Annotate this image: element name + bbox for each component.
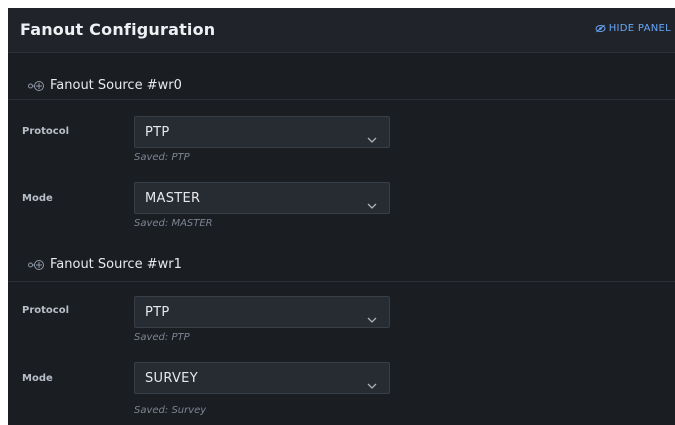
- section-title-label: Fanout Source #wr1: [50, 257, 182, 272]
- section-divider: [8, 99, 675, 100]
- protocol-saved-status: Saved: PTP: [134, 332, 190, 343]
- chevron-down-icon: [367, 194, 377, 213]
- protocol-label: Protocol: [22, 126, 70, 137]
- hide-panel-label: HIDE PANEL: [608, 23, 671, 34]
- protocol-select-value: PTP: [145, 305, 170, 320]
- protocol-select-wr1[interactable]: PTP: [134, 296, 390, 328]
- mode-label: Mode: [22, 193, 53, 204]
- protocol-saved-status: Saved: PTP: [134, 152, 190, 163]
- chevron-down-icon: [367, 308, 377, 327]
- section-title-label: Fanout Source #wr0: [50, 78, 182, 93]
- section-divider: [8, 281, 675, 282]
- source-link-icon: [28, 259, 44, 271]
- chevron-down-icon: [367, 374, 377, 393]
- mode-select-value: SURVEY: [145, 371, 198, 386]
- hide-panel-button[interactable]: HIDE PANEL: [595, 23, 671, 34]
- panel-header: Fanout Configuration HIDE PANEL: [8, 8, 675, 53]
- fanout-configuration-panel: Fanout Configuration HIDE PANEL Fanout S…: [8, 8, 675, 425]
- section-title-wr0: Fanout Source #wr0: [28, 78, 182, 93]
- mode-label: Mode: [22, 373, 53, 384]
- mode-saved-status: Saved: Survey: [134, 405, 207, 416]
- eye-slash-icon: [595, 24, 606, 33]
- source-link-icon: [28, 80, 44, 92]
- mode-select-wr0[interactable]: MASTER: [134, 182, 390, 214]
- mode-saved-status: Saved: MASTER: [134, 218, 213, 229]
- mode-select-value: MASTER: [145, 191, 201, 206]
- section-title-wr1: Fanout Source #wr1: [28, 257, 182, 272]
- protocol-select-wr0[interactable]: PTP: [134, 116, 390, 148]
- protocol-select-value: PTP: [145, 125, 170, 140]
- chevron-down-icon: [367, 128, 377, 147]
- protocol-label: Protocol: [22, 305, 70, 316]
- mode-select-wr1[interactable]: SURVEY: [134, 362, 390, 394]
- panel-title: Fanout Configuration: [20, 20, 216, 39]
